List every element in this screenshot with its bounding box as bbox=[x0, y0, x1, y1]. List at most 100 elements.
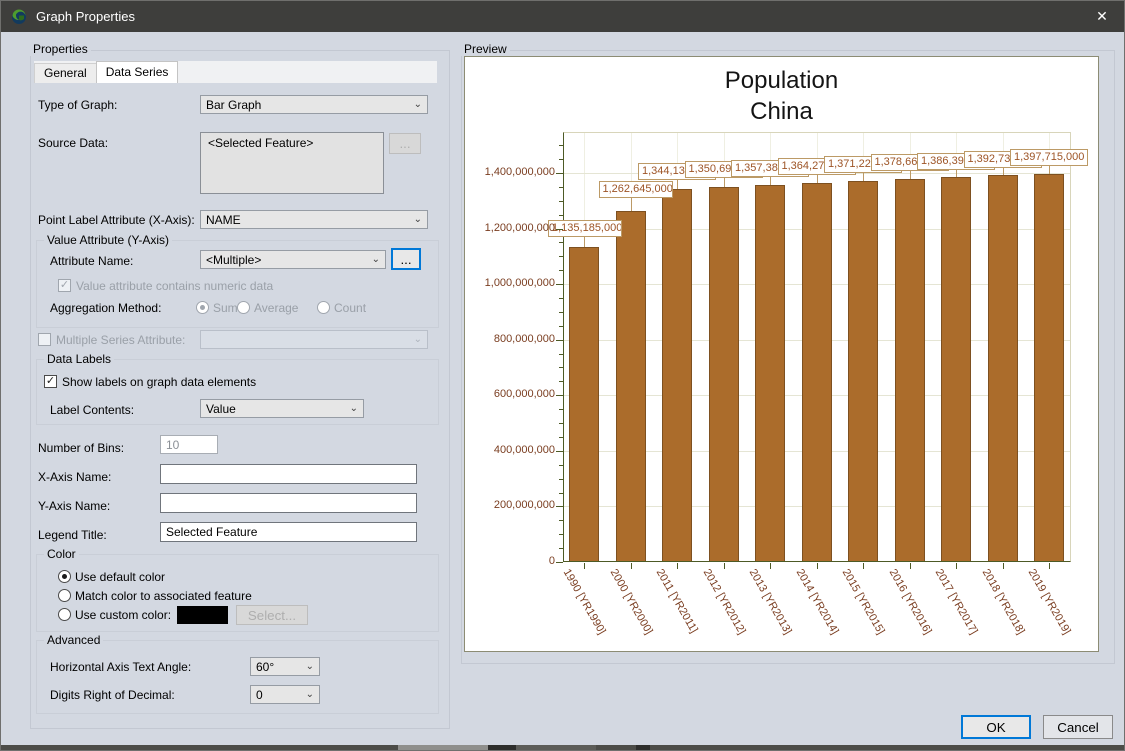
numeric-data-checkbox-label: Value attribute contains numeric data bbox=[76, 279, 273, 293]
multiple-series-checkbox bbox=[38, 333, 51, 346]
y-axis-tick bbox=[556, 229, 563, 230]
x-axis-tick bbox=[584, 563, 585, 569]
aggregation-sum-radio bbox=[196, 301, 209, 314]
type-of-graph-value: Bar Graph bbox=[206, 98, 261, 112]
check-icon: ✓ bbox=[60, 280, 69, 291]
x-axis-tick bbox=[770, 563, 771, 569]
y-axis-tick bbox=[556, 340, 563, 341]
digits-decimal-combo[interactable]: 0 ⌄ bbox=[250, 685, 320, 704]
window-title: Graph Properties bbox=[36, 9, 135, 24]
match-color-radio[interactable] bbox=[58, 589, 71, 602]
y-axis-minor-tick bbox=[559, 409, 563, 410]
x-axis-tick bbox=[1003, 563, 1004, 569]
multiple-series-combo: ⌄ bbox=[200, 330, 428, 349]
point-label-attribute-combo[interactable]: NAME ⌄ bbox=[200, 210, 428, 229]
legend-title-input[interactable]: Selected Feature bbox=[160, 522, 417, 542]
y-axis-minor-tick bbox=[559, 354, 563, 355]
label-contents-combo[interactable]: Value ⌄ bbox=[200, 399, 364, 418]
point-label-attribute-label: Point Label Attribute (X-Axis): bbox=[38, 213, 195, 227]
y-axis-tick-label: 200,000,000 bbox=[494, 499, 555, 511]
legend-title-label: Legend Title: bbox=[38, 528, 107, 542]
type-of-graph-label: Type of Graph: bbox=[38, 98, 117, 112]
type-of-graph-combo[interactable]: Bar Graph ⌄ bbox=[200, 95, 428, 114]
cancel-button[interactable]: Cancel bbox=[1043, 715, 1113, 739]
bottom-edge-segment bbox=[398, 745, 488, 751]
number-of-bins-input: 10 bbox=[160, 435, 218, 454]
source-data-label: Source Data: bbox=[38, 136, 108, 150]
check-icon: ✓ bbox=[46, 376, 55, 387]
y-axis-name-label: Y-Axis Name: bbox=[38, 499, 110, 513]
x-axis-name-input[interactable] bbox=[160, 464, 417, 484]
y-axis-tick-label: 1,400,000,000 bbox=[485, 166, 555, 178]
x-axis-tick-label: 2014 [YR2014] bbox=[793, 567, 840, 637]
chevron-down-icon: ⌄ bbox=[414, 100, 422, 110]
close-icon: ✕ bbox=[1096, 8, 1108, 25]
y-axis-minor-tick bbox=[559, 270, 563, 271]
x-axis-tick bbox=[956, 563, 957, 569]
attribute-name-value: <Multiple> bbox=[206, 253, 261, 267]
aggregation-average-radio bbox=[237, 301, 250, 314]
digits-decimal-value: 0 bbox=[256, 688, 263, 702]
bottom-edge-segment bbox=[488, 745, 516, 751]
ok-button[interactable]: OK bbox=[961, 715, 1031, 739]
y-axis-minor-tick bbox=[559, 520, 563, 521]
x-axis-tick-label: 2000 [YR2000] bbox=[607, 567, 654, 637]
show-labels-checkbox[interactable]: ✓ bbox=[44, 375, 57, 388]
x-axis-tick-label: 2017 [YR2017] bbox=[933, 567, 980, 637]
advanced-group-label: Advanced bbox=[44, 633, 103, 647]
use-custom-color-radio[interactable] bbox=[58, 608, 71, 621]
x-axis-tick-label: 1990 [YR1990] bbox=[561, 567, 608, 637]
aggregation-method-label: Aggregation Method: bbox=[50, 301, 161, 315]
title-bar: Graph Properties ✕ bbox=[0, 0, 1125, 32]
use-default-color-label: Use default color bbox=[75, 570, 165, 584]
aggregation-average-label: Average bbox=[254, 301, 298, 315]
y-axis-minor-tick bbox=[559, 437, 563, 438]
use-default-color-radio[interactable] bbox=[58, 570, 71, 583]
point-label-attribute-value: NAME bbox=[206, 213, 241, 227]
tab-general[interactable]: General bbox=[34, 63, 97, 83]
bottom-edge-segment bbox=[516, 745, 596, 751]
y-axis-minor-tick bbox=[559, 423, 563, 424]
y-axis-minor-tick bbox=[559, 493, 563, 494]
app-logo-icon bbox=[10, 7, 28, 25]
y-axis-tick-label: 0 bbox=[549, 555, 555, 567]
source-data-listbox[interactable]: <Selected Feature> bbox=[200, 132, 384, 194]
number-of-bins-value: 10 bbox=[166, 438, 179, 452]
x-axis-tick-label: 2013 [YR2013] bbox=[747, 567, 794, 637]
chart-title-line2: China bbox=[465, 98, 1098, 126]
source-data-item: <Selected Feature> bbox=[208, 136, 313, 150]
chevron-down-icon: ⌄ bbox=[306, 662, 314, 672]
y-axis-tick bbox=[556, 395, 563, 396]
attribute-name-browse-button[interactable]: ... bbox=[391, 248, 421, 270]
y-axis-minor-tick bbox=[559, 242, 563, 243]
chevron-down-icon: ⌄ bbox=[350, 404, 358, 414]
y-axis-tick-label: 400,000,000 bbox=[494, 444, 555, 456]
y-axis-minor-tick bbox=[559, 548, 563, 549]
axis-text-angle-combo[interactable]: 60° ⌄ bbox=[250, 657, 320, 676]
tab-data-series[interactable]: Data Series bbox=[96, 61, 179, 83]
chart-canvas: Population China 0200,000,000400,000,000… bbox=[464, 56, 1099, 652]
aggregation-sum-label: Sum bbox=[213, 301, 238, 315]
tab-strip: General Data Series bbox=[34, 61, 437, 83]
close-button[interactable]: ✕ bbox=[1079, 0, 1125, 32]
y-axis-minor-tick bbox=[559, 145, 563, 146]
y-axis-minor-tick bbox=[559, 326, 563, 327]
bottom-edge-segment bbox=[636, 745, 650, 751]
chevron-down-icon: ⌄ bbox=[414, 215, 422, 225]
x-axis-tick-label: 2016 [YR2016] bbox=[886, 567, 933, 637]
y-axis-name-input[interactable] bbox=[160, 493, 417, 513]
attribute-name-combo[interactable]: <Multiple> ⌄ bbox=[200, 250, 386, 269]
x-axis-tick bbox=[724, 563, 725, 569]
y-axis-minor-tick bbox=[559, 534, 563, 535]
attribute-name-label: Attribute Name: bbox=[50, 254, 133, 268]
x-axis-tick bbox=[863, 563, 864, 569]
y-axis-minor-tick bbox=[559, 256, 563, 257]
digits-decimal-label: Digits Right of Decimal: bbox=[50, 688, 175, 702]
properties-group-label: Properties bbox=[30, 42, 91, 56]
x-axis-tick bbox=[631, 563, 632, 569]
data-label: 1,397,715,000 bbox=[1010, 149, 1088, 166]
x-axis-name-label: X-Axis Name: bbox=[38, 470, 111, 484]
y-axis-minor-tick bbox=[559, 159, 563, 160]
y-axis-minor-tick bbox=[559, 201, 563, 202]
y-axis-tick bbox=[556, 173, 563, 174]
